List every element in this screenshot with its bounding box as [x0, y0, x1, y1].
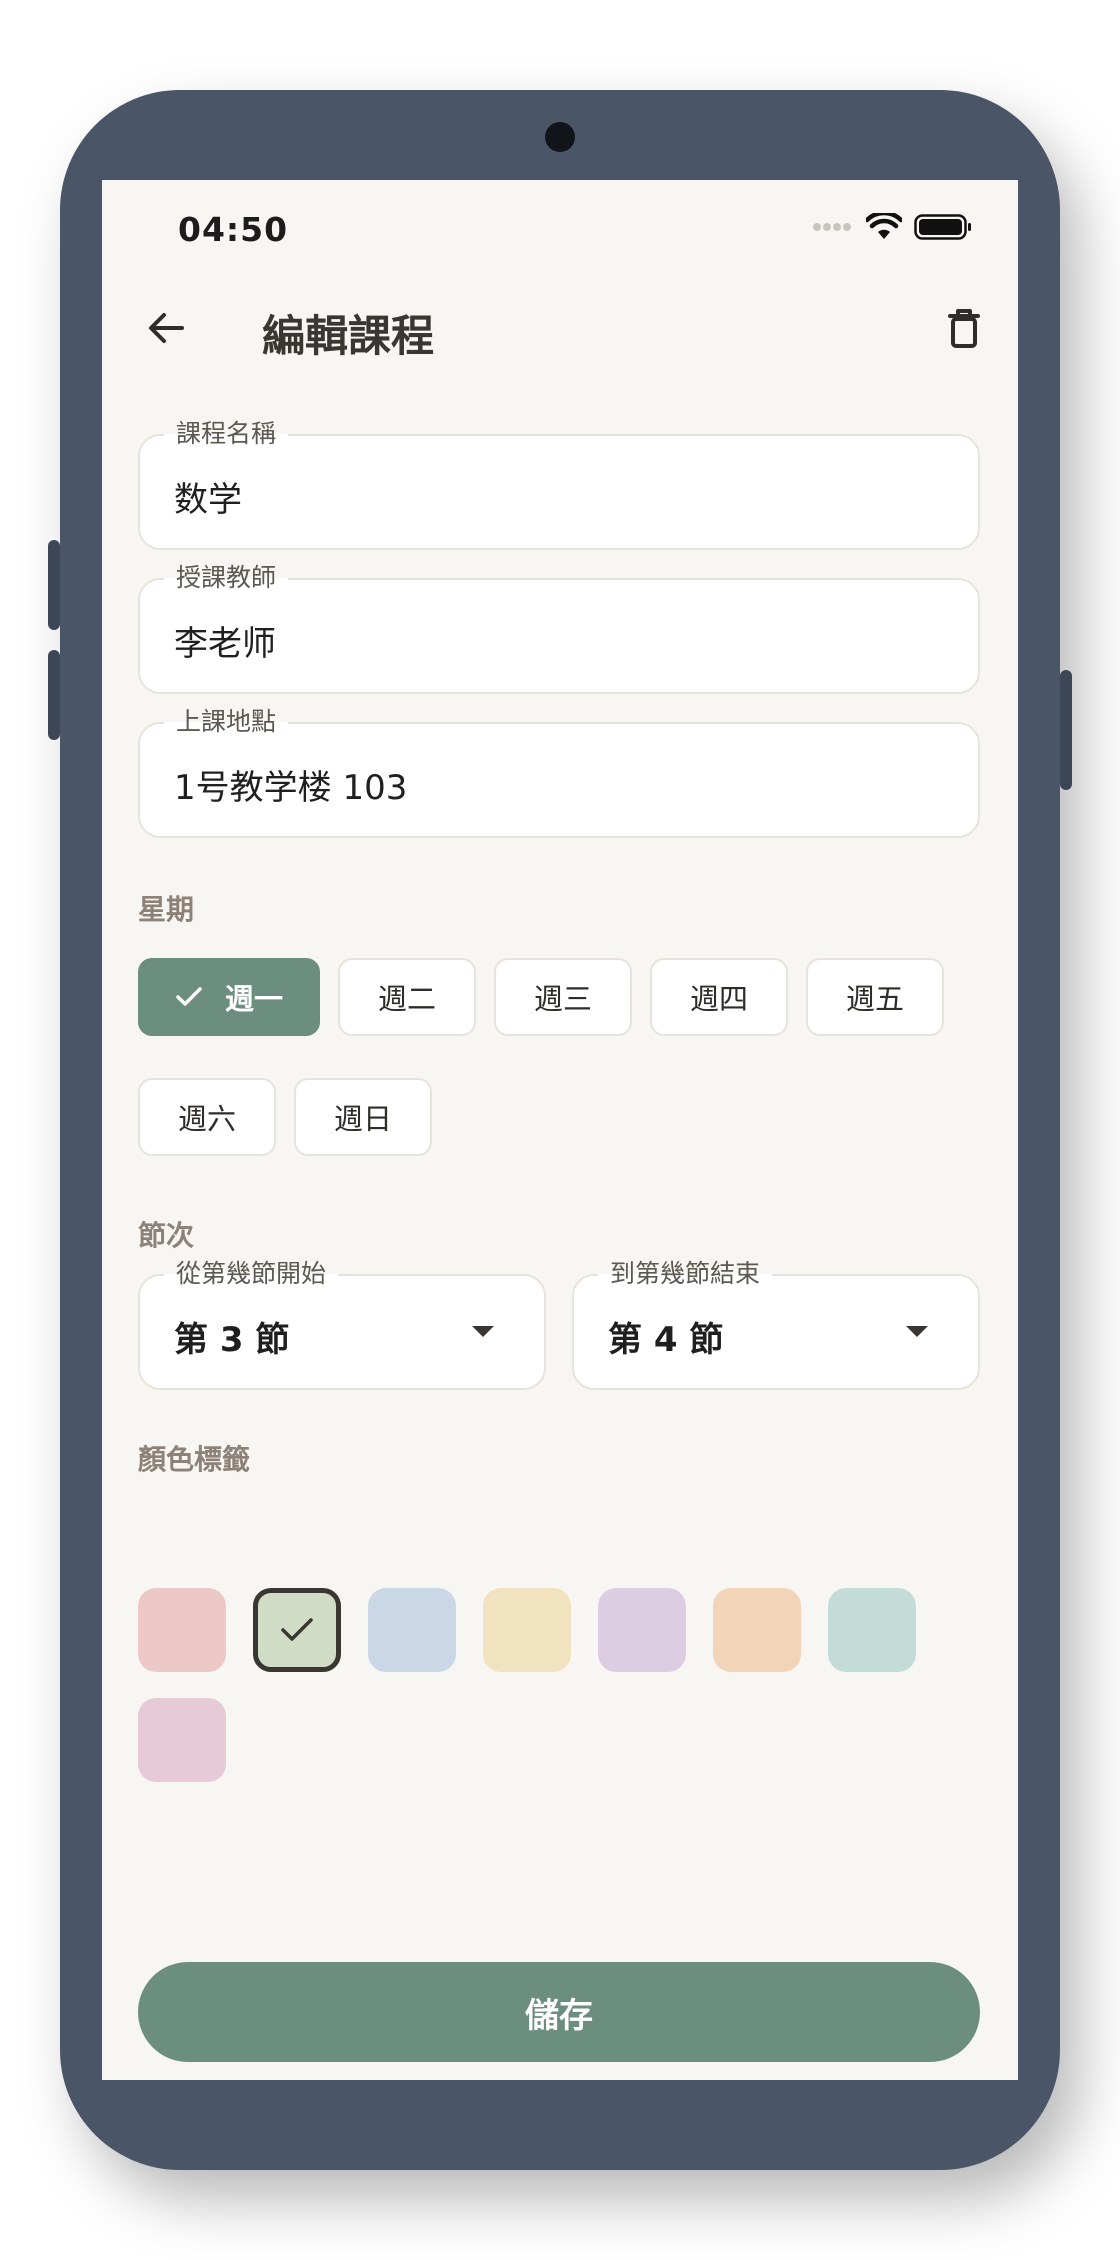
start-period-dropdown[interactable]: 從第幾節開始 第 3 節: [138, 1259, 546, 1390]
course-name-value: 数学: [174, 480, 242, 520]
dropdown-arrow-icon: [472, 1326, 494, 1337]
weekday-chip-label: 週四: [689, 982, 748, 1016]
page-title: 編輯課程: [262, 312, 434, 362]
location-label: 上課地點: [164, 707, 289, 737]
weekday-chip-sun[interactable]: 週日: [294, 1078, 432, 1156]
weekday-chip-mon[interactable]: 週一: [138, 958, 320, 1036]
teacher-label: 授課教師: [164, 563, 289, 593]
battery-icon: [914, 214, 971, 240]
phone-frame: 04:50 編輯課程 課程名稱 数学 授課教師 李老师 上課地點 1号教学楼 1…: [48, 90, 1072, 2170]
color-swatch[interactable]: [713, 1588, 801, 1672]
weekday-chip-wed[interactable]: 週三: [494, 958, 632, 1036]
color-swatch[interactable]: [138, 1588, 226, 1672]
save-button[interactable]: 儲存: [138, 1962, 980, 2062]
color-swatch[interactable]: [138, 1698, 226, 1782]
end-period-value: 第 4 節: [608, 1320, 724, 1360]
teacher-value: 李老师: [174, 624, 276, 664]
color-swatch[interactable]: [598, 1588, 686, 1672]
volume-up-button: [48, 540, 60, 630]
color-swatch[interactable]: [483, 1588, 571, 1672]
weekday-chip-thu[interactable]: 週四: [650, 958, 788, 1036]
weekday-chip-label: 週二: [377, 982, 436, 1016]
front-camera: [545, 122, 575, 152]
status-icons: [812, 212, 972, 242]
teacher-field[interactable]: 授課教師 李老师: [138, 563, 980, 694]
location-field[interactable]: 上課地點 1号教学楼 103: [138, 707, 980, 838]
weekday-chip-tue[interactable]: 週二: [338, 958, 476, 1036]
weekday-chip-sat[interactable]: 週六: [138, 1078, 276, 1156]
back-button[interactable]: [138, 300, 194, 356]
wifi-icon: [866, 213, 902, 239]
course-name-field[interactable]: 課程名稱 数学: [138, 419, 980, 550]
period-section-title: 節次: [138, 1219, 195, 1252]
weekday-section-title: 星期: [138, 893, 195, 926]
dropdown-arrow-icon: [906, 1326, 928, 1337]
weekday-chip-label: 週三: [533, 982, 592, 1016]
delete-button[interactable]: [936, 300, 992, 356]
weekday-chip-fri[interactable]: 週五: [806, 958, 944, 1036]
course-name-label: 課程名稱: [164, 419, 289, 449]
trash-icon: [948, 309, 980, 348]
volume-down-button: [48, 650, 60, 740]
check-icon: [281, 1618, 313, 1641]
color-swatch[interactable]: [368, 1588, 456, 1672]
check-icon: [175, 986, 203, 1008]
location-value: 1号教学楼 103: [174, 768, 408, 808]
color-swatch[interactable]: [828, 1588, 916, 1672]
color-swatch[interactable]: [253, 1588, 341, 1672]
status-time: 04:50: [178, 210, 289, 249]
start-period-label: 從第幾節開始: [164, 1259, 339, 1289]
color-tag-section-title: 顏色標籤: [138, 1443, 251, 1476]
app-screen: 04:50 編輯課程 課程名稱 数学 授課教師 李老师 上課地點 1号教学楼 1…: [102, 180, 1018, 2080]
weekday-chip-label: 週日: [333, 1102, 392, 1136]
end-period-label: 到第幾節結束: [598, 1259, 773, 1289]
signal-icon: [813, 223, 851, 231]
power-button: [1060, 670, 1072, 790]
end-period-dropdown[interactable]: 到第幾節結束 第 4 節: [572, 1259, 980, 1390]
arrow-left-icon: [149, 313, 184, 343]
start-period-value: 第 3 節: [174, 1320, 290, 1360]
weekday-chip-label: 週五: [845, 982, 904, 1016]
weekday-chip-label: 週六: [177, 1102, 236, 1136]
weekday-chip-label: 週一: [224, 982, 283, 1016]
